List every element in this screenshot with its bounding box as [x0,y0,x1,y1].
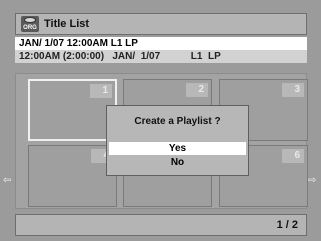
info-line-primary: JAN/ 1/07 12:00AM L1 LP [15,37,307,50]
footer-bar: 1 / 2 [15,214,307,236]
thumbnail-number: 2 [186,83,208,97]
dialog-title: Create a Playlist ? [134,116,221,127]
thumbnail-number: 1 [90,84,112,98]
page-title: Title List [44,18,90,30]
create-playlist-dialog: Create a Playlist ? Yes No [106,105,249,176]
disc-icon: ORG [21,16,39,32]
title-bar: ORG Title List [15,13,307,35]
title-list-screen: ORG Title List JAN/ 1/07 12:00AM L1 LP 1… [0,0,321,241]
right-arrow-icon[interactable]: ⇨ [308,176,316,186]
thumbnail-1[interactable]: 1 [28,79,117,141]
disc-shape [24,17,36,23]
disc-badge-label: ORG [23,25,37,31]
no-option[interactable]: No [109,156,246,169]
yes-option[interactable]: Yes [109,142,246,155]
thumbnail-4[interactable]: 4 [28,145,117,207]
page-indicator: 1 / 2 [276,219,298,231]
thumbnail-number: 3 [282,83,304,97]
left-arrow-icon[interactable]: ⇦ [3,176,11,186]
thumbnail-number: 6 [282,149,304,163]
info-line-secondary: 12:00AM (2:00:00) JAN/ 1/07 L1 LP [15,50,307,63]
